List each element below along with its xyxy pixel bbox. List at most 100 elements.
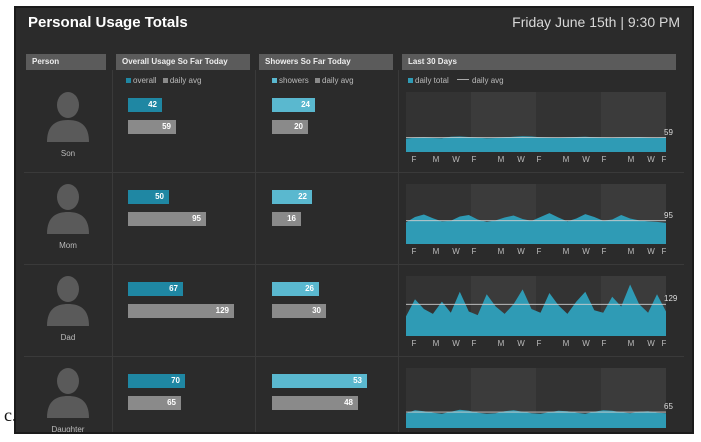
avg-30-value: 59 [664, 127, 673, 137]
showers-bar: 22 [272, 190, 312, 204]
legend-last30: daily total daily avg [408, 76, 504, 85]
day-tick-label: W [582, 431, 590, 434]
day-tick-label: W [582, 155, 590, 164]
day-tick-label: W [452, 431, 460, 434]
day-tick-label: M [433, 431, 440, 434]
date-time: Friday June 15th | 9:30 PM [512, 14, 680, 30]
day-tick-label: F [602, 247, 607, 256]
day-tick-label: F [472, 155, 477, 164]
day-tick-label: F [412, 155, 417, 164]
overall-bar: 70 [128, 374, 185, 388]
day-tick-label: W [517, 339, 525, 348]
dashboard-title: Personal Usage Totals [28, 14, 188, 31]
day-tick-label: M [498, 155, 505, 164]
day-tick-label: M [563, 339, 570, 348]
person-silhouette-icon [47, 92, 89, 142]
day-tick-label: F [662, 155, 666, 164]
overall-bar: 50 [128, 190, 169, 204]
day-tick-label: M [563, 247, 570, 256]
showers-avg-bar: 30 [272, 304, 326, 318]
day-tick-label: F [472, 247, 477, 256]
legend-swatch-daily-total [408, 78, 413, 84]
day-tick-label: F [412, 247, 417, 256]
header-overall-usage: Overall Usage So Far Today [116, 54, 250, 70]
day-tick-label: W [452, 247, 460, 256]
day-tick-label: M [498, 247, 505, 256]
day-tick-label: M [563, 155, 570, 164]
overall-avg-bar: 95 [128, 212, 206, 226]
day-tick-label: W [582, 247, 590, 256]
header-last-30-days: Last 30 Days [402, 54, 676, 70]
day-tick-label: F [412, 339, 417, 348]
day-tick-label: M [433, 155, 440, 164]
overall-bar: 42 [128, 98, 162, 112]
day-tick-label: F [537, 155, 542, 164]
day-tick-label: W [582, 339, 590, 348]
legend-showers: showers daily avg [272, 76, 354, 85]
day-tick-label: W [647, 155, 655, 164]
day-tick-label: M [628, 247, 635, 256]
last-30-days-chart: FMWFMWFMWFMWF [406, 276, 666, 350]
showers-bar: 26 [272, 282, 319, 296]
showers-bar: 24 [272, 98, 315, 112]
day-tick-label: M [433, 339, 440, 348]
person-name: Son [60, 149, 76, 158]
legend-showers-avg-label: daily avg [322, 76, 354, 85]
day-tick-label: W [517, 155, 525, 164]
showers-avg-bar: 20 [272, 120, 308, 134]
legend-showers-label: showers [279, 76, 309, 85]
figure-caption: c. [4, 405, 17, 425]
overall-avg-bar: 65 [128, 396, 181, 410]
person-0: Son [38, 90, 98, 158]
day-tick-label: F [662, 431, 666, 434]
day-tick-label: F [537, 339, 542, 348]
day-tick-label: M [498, 431, 505, 434]
day-tick-label: W [647, 247, 655, 256]
day-tick-label: F [662, 339, 666, 348]
day-tick-label: F [537, 431, 542, 434]
dashboard-screen: Personal Usage Totals Friday June 15th |… [14, 6, 694, 434]
legend-daily-total-label: daily total [415, 76, 449, 85]
overall-avg-bar: 129 [128, 304, 234, 318]
legend-overall: overall daily avg [126, 76, 201, 85]
legend-overall-avg-label: daily avg [169, 76, 202, 85]
row-divider [24, 172, 684, 173]
daily-total-area [406, 136, 666, 152]
header-person: Person [26, 54, 106, 70]
person-silhouette-icon [47, 276, 89, 326]
day-tick-label: F [662, 247, 666, 256]
header-showers: Showers So Far Today [259, 54, 393, 70]
legend-overall-label: overall [133, 76, 157, 85]
person-silhouette-icon [47, 184, 89, 234]
person-silhouette-icon [47, 368, 89, 418]
row-divider [24, 356, 684, 357]
column-divider [112, 70, 113, 432]
day-tick-label: F [412, 431, 417, 434]
legend-line-avg [457, 79, 470, 81]
overall-bar: 67 [128, 282, 183, 296]
day-tick-label: M [498, 339, 505, 348]
person-1: Mom [38, 182, 98, 250]
avg-30-value: 129 [664, 294, 678, 304]
day-tick-label: F [602, 431, 607, 434]
showers-bar: 53 [272, 374, 367, 388]
column-divider [255, 70, 256, 432]
person-name: Mom [59, 241, 77, 250]
legend-swatch-avg [315, 78, 321, 84]
day-tick-label: W [452, 339, 460, 348]
day-tick-label: W [517, 431, 525, 434]
day-tick-label: F [602, 339, 607, 348]
legend-swatch-showers [272, 78, 277, 84]
last-30-days-chart: FMWFMWFMWFMWF [406, 368, 666, 434]
legend-swatch-avg [162, 78, 168, 84]
day-tick-label: W [452, 155, 460, 164]
day-tick-label: F [537, 247, 542, 256]
day-tick-label: W [647, 339, 655, 348]
day-tick-label: M [628, 431, 635, 434]
day-tick-label: F [472, 431, 477, 434]
day-tick-label: M [563, 431, 570, 434]
legend-daily-avg-label: daily avg [472, 76, 504, 85]
last-30-days-chart: FMWFMWFMWFMWF [406, 184, 666, 258]
avg-30-value: 65 [664, 402, 673, 412]
person-2: Dad [38, 274, 98, 342]
